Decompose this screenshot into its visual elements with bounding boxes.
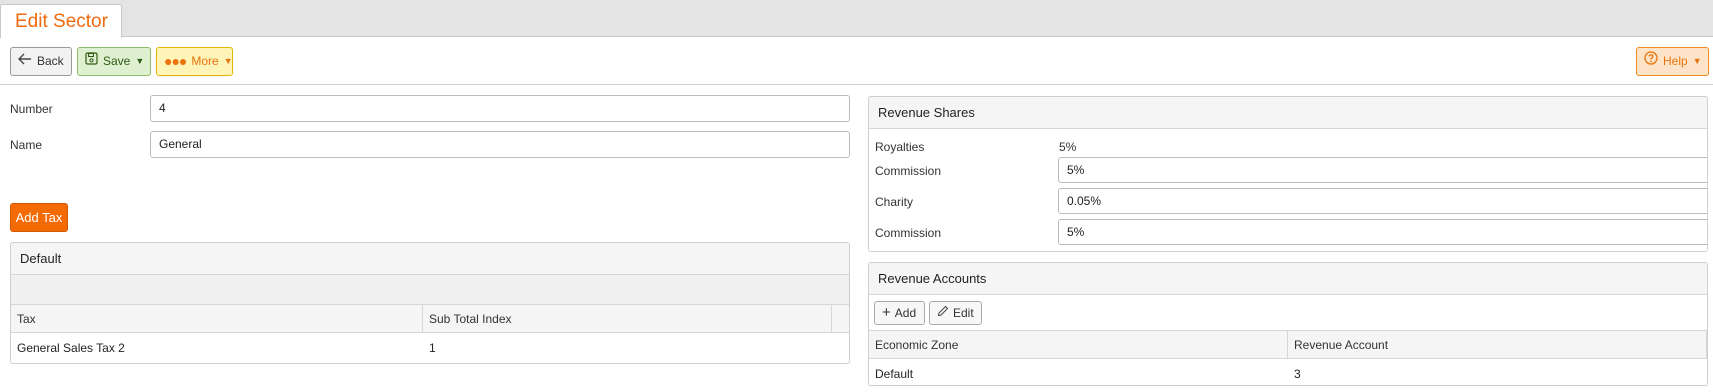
tab-edit-sector[interactable]: Edit Sector — [0, 4, 122, 38]
sub-total-index-cell: 1 — [429, 341, 436, 355]
tax-panel-title: Default — [11, 243, 849, 275]
table-row[interactable]: General Sales Tax 2 1 — [11, 333, 849, 363]
charity-label: Charity — [875, 195, 914, 209]
revenue-accounts-panel: Revenue Accounts + Add Edit Economic Zon… — [868, 262, 1708, 386]
more-label: More — [191, 54, 219, 68]
tax-grid-header: Tax Sub Total Index — [11, 305, 849, 333]
chevron-down-icon: ▼ — [135, 56, 145, 66]
pencil-icon — [937, 302, 949, 324]
tab-strip: Edit Sector — [0, 0, 1713, 38]
edit-label: Edit — [953, 306, 974, 320]
commission-value: 5% — [1067, 163, 1085, 177]
chevron-down-icon: ▼ — [1692, 56, 1702, 66]
name-input[interactable]: General — [150, 131, 850, 158]
tax-panel: Default Tax Sub Total Index General Sale… — [10, 242, 850, 364]
revenue-shares-panel: Revenue Shares Royalties 5% Commission 5… — [868, 96, 1708, 252]
commission-input-2[interactable]: 5% ▲▼ — [1058, 219, 1707, 245]
add-revenue-account-button[interactable]: + Add — [874, 301, 925, 325]
commission-label: Commission — [875, 164, 942, 178]
table-row[interactable]: Default 3 — [869, 359, 1707, 385]
column-header-revenue-account[interactable]: Revenue Account — [1288, 331, 1707, 359]
floppy-disk-icon — [85, 48, 98, 75]
revenue-shares-title: Revenue Shares — [869, 97, 1707, 129]
revenue-account-cell: 3 — [1294, 367, 1301, 381]
question-circle-icon — [1644, 48, 1658, 75]
back-button[interactable]: Back — [10, 47, 72, 76]
help-button[interactable]: Help ▼ — [1636, 47, 1709, 76]
more-dots-icon: ●●● — [164, 53, 187, 69]
column-header-sub-total-index[interactable]: Sub Total Index — [423, 305, 832, 333]
number-label: Number — [10, 102, 53, 116]
column-header-economic-zone[interactable]: Economic Zone — [869, 331, 1288, 359]
plus-icon: + — [882, 304, 891, 321]
add-label: Add — [894, 306, 917, 320]
revenue-accounts-toolbar: + Add Edit — [869, 295, 1707, 331]
economic-zone-cell: Default — [875, 367, 914, 381]
tax-grid-toolbar — [11, 275, 849, 305]
help-label: Help — [1663, 54, 1688, 68]
tax-cell: General Sales Tax 2 — [17, 341, 125, 355]
commission-label-2: Commission — [875, 226, 942, 240]
arrow-left-icon — [18, 48, 32, 75]
revenue-accounts-title: Revenue Accounts — [869, 263, 1707, 295]
commission-value-2: 5% — [1067, 225, 1085, 239]
charity-value: 0.05% — [1067, 194, 1102, 208]
charity-input[interactable]: 0.05% ▲▼ — [1058, 188, 1707, 214]
back-label: Back — [37, 54, 64, 68]
edit-revenue-account-button[interactable]: Edit — [929, 301, 982, 325]
save-button[interactable]: Save ▼ — [77, 47, 151, 76]
more-button[interactable]: ●●● More ▼ — [156, 47, 233, 76]
toolbar: Back Save ▼ ●●● More ▼ Help ▼ — [0, 38, 1713, 85]
royalties-value: 5% — [1059, 140, 1077, 154]
commission-input[interactable]: 5% ▲▼ — [1058, 157, 1707, 183]
royalties-label: Royalties — [875, 140, 925, 154]
save-label: Save — [103, 54, 131, 68]
chevron-down-icon: ▼ — [223, 56, 233, 66]
number-input[interactable]: 4 — [150, 95, 850, 122]
column-header-tax[interactable]: Tax — [11, 305, 423, 333]
add-tax-button[interactable]: Add Tax — [10, 203, 68, 232]
name-label: Name — [10, 138, 43, 152]
revenue-accounts-grid-header: Economic Zone Revenue Account — [869, 331, 1707, 359]
